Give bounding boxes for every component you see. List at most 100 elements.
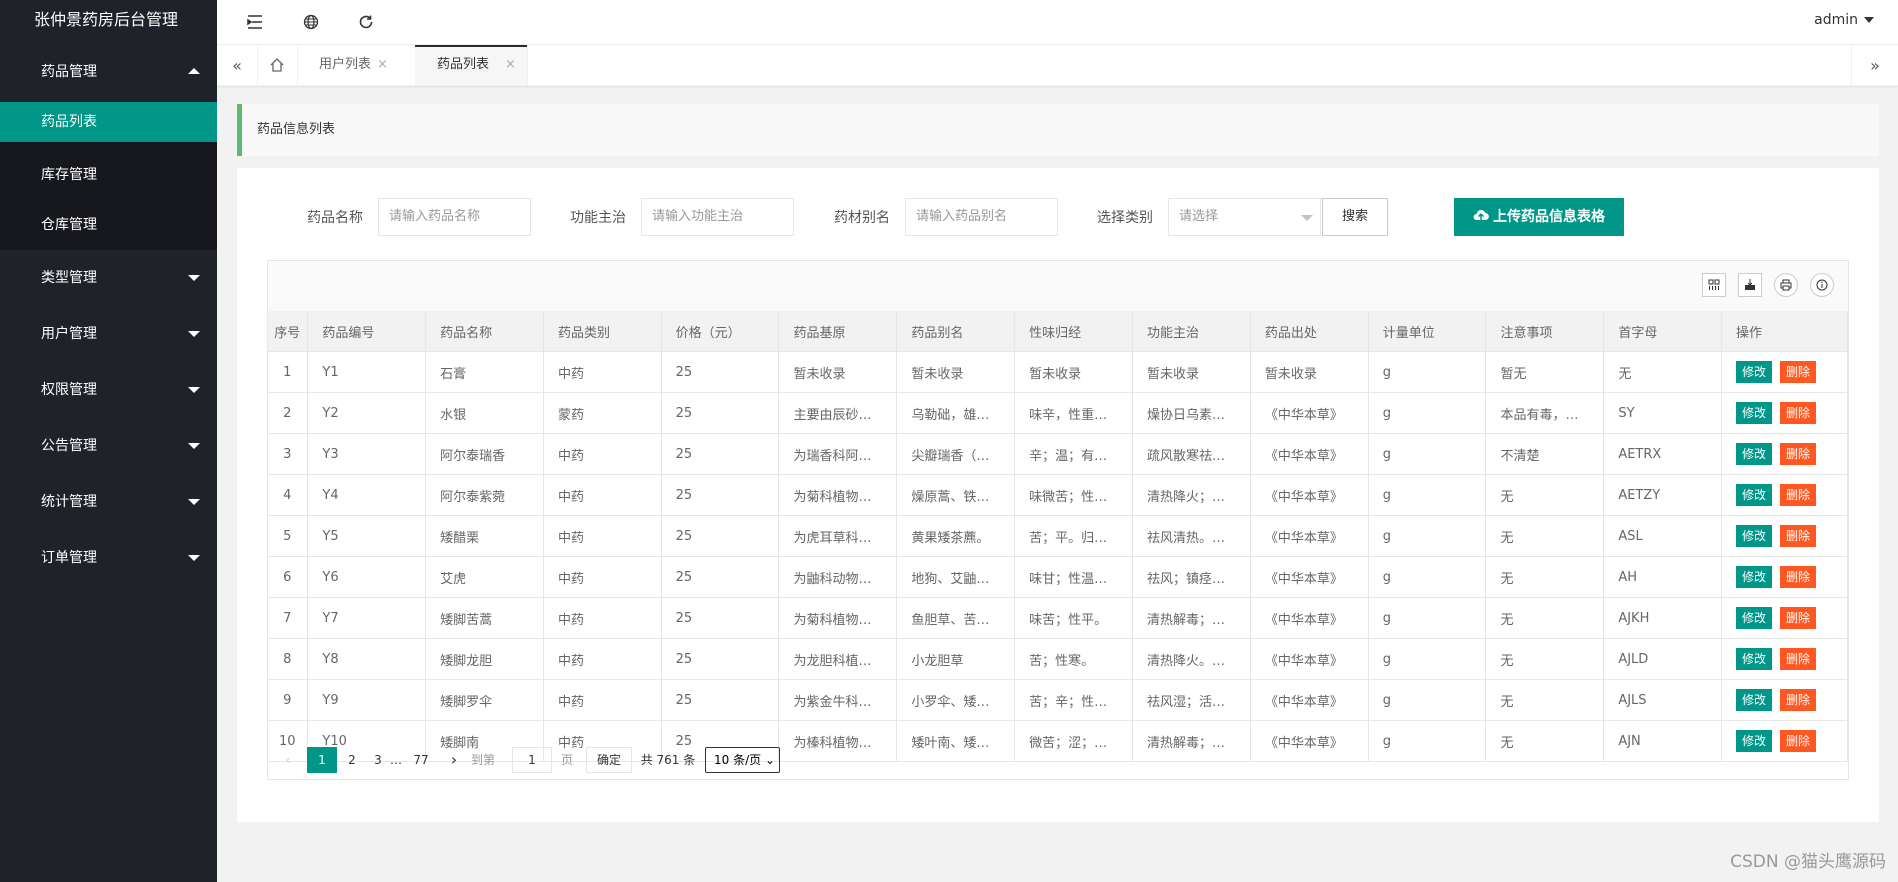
tabs-scroll-right-icon[interactable]: » — [1851, 45, 1898, 85]
chevron-down-icon — [1301, 215, 1313, 221]
table-cell: 地狗、艾鼬… — [896, 556, 1016, 598]
delete-button[interactable]: 删除 — [1780, 361, 1817, 383]
table-cell: 矮脚苦蒿 — [425, 597, 544, 639]
category-select[interactable]: 请选择 — [1168, 198, 1321, 236]
table-cell: 尖瓣瑞香（… — [896, 433, 1016, 475]
delete-button[interactable]: 删除 — [1780, 443, 1817, 465]
edit-button[interactable]: 修改 — [1736, 607, 1773, 629]
column-header[interactable]: 药品名称 — [425, 311, 544, 352]
tab-user-list[interactable]: 用户列表 × — [297, 45, 422, 85]
next-page-icon[interactable]: › — [444, 747, 464, 773]
page-size-select[interactable]: 10 条/页 ⌄ — [705, 747, 781, 773]
nav-head-type-management[interactable]: 类型管理 — [0, 250, 217, 306]
table-cell: 矮醋栗 — [425, 515, 544, 557]
table-cell: 无 — [1485, 556, 1605, 598]
refresh-icon[interactable] — [355, 11, 377, 33]
delete-button[interactable]: 删除 — [1780, 402, 1817, 424]
home-icon[interactable] — [257, 45, 298, 85]
tab-drug-list[interactable]: 药品列表 × — [415, 45, 528, 85]
user-menu[interactable]: admin — [1814, 12, 1874, 28]
edit-button[interactable]: 修改 — [1736, 689, 1773, 711]
column-header[interactable]: 药品类别 — [543, 311, 662, 352]
page-size-value: 10 条/页 — [714, 753, 762, 767]
nav-head-drug-management[interactable]: 药品管理 — [0, 44, 217, 100]
table-cell: 味甘；性温… — [1014, 556, 1134, 598]
goto-confirm-button[interactable]: 确定 — [586, 747, 633, 773]
delete-button[interactable]: 删除 — [1780, 648, 1817, 670]
column-header[interactable]: 计量单位 — [1368, 311, 1487, 352]
column-header[interactable]: 性味归经 — [1014, 311, 1134, 352]
delete-button[interactable]: 删除 — [1780, 484, 1817, 506]
globe-icon[interactable] — [300, 11, 322, 33]
drug-name-input[interactable]: 请输入药品名称 — [378, 198, 531, 236]
edit-button[interactable]: 修改 — [1736, 361, 1773, 383]
delete-button[interactable]: 删除 — [1780, 525, 1817, 547]
info-icon[interactable] — [1810, 273, 1834, 297]
nav-head-statistics-management[interactable]: 统计管理 — [0, 474, 217, 530]
edit-button[interactable]: 修改 — [1736, 402, 1773, 424]
edit-button[interactable]: 修改 — [1736, 443, 1773, 465]
column-header[interactable]: 药品编号 — [307, 311, 427, 352]
export-icon[interactable] — [1738, 273, 1762, 297]
nav-head-label: 权限管理 — [41, 382, 97, 398]
table-cell: 矮脚龙胆 — [425, 638, 544, 680]
tabs-scroll-left-icon[interactable]: « — [217, 45, 258, 85]
delete-button[interactable]: 删除 — [1780, 689, 1817, 711]
edit-button[interactable]: 修改 — [1736, 484, 1773, 506]
nav-head-permission-management[interactable]: 权限管理 — [0, 362, 217, 418]
nav-head-user-management[interactable]: 用户管理 — [0, 306, 217, 362]
page-1[interactable]: 1 — [307, 747, 337, 773]
table-cell: 不清楚 — [1485, 433, 1605, 475]
sidebar-item-warehouse[interactable]: 仓库管理 — [0, 200, 217, 250]
close-icon[interactable]: × — [377, 45, 388, 85]
upload-button[interactable]: 上传药品信息表格 — [1454, 198, 1624, 236]
table-cell: AETRX — [1603, 433, 1722, 475]
table-cell: 25 — [661, 351, 780, 393]
close-icon[interactable]: × — [505, 45, 516, 85]
drug-name-label: 药品名称 — [307, 210, 363, 226]
prev-page-icon[interactable]: ‹ — [278, 747, 298, 773]
column-header[interactable]: 价格（元） — [661, 311, 780, 352]
table-cell: 《中华本草》 — [1250, 515, 1369, 557]
table-row: 4 Y4 阿尔泰紫菀 中药 25 为菊科植物… 燥原蒿、铁… 味微苦；性… 清热降火；… 《中华本… — [268, 474, 1848, 516]
function-input[interactable]: 请输入功能主治 — [641, 198, 794, 236]
sidebar-item-inventory[interactable]: 库存管理 — [0, 150, 217, 200]
page-unit-label: 页 — [560, 753, 573, 767]
edit-button[interactable]: 修改 — [1736, 566, 1773, 588]
table-cell: 本品有毒，… — [1485, 392, 1605, 434]
table-cell: 无 — [1485, 515, 1605, 557]
table-cell: 味苦；性平。 — [1014, 597, 1134, 639]
column-header[interactable]: 药品出处 — [1250, 311, 1369, 352]
column-header[interactable]: 首字母 — [1603, 311, 1722, 352]
table-header-row: 序号 药品编号 药品名称 药品类别 价格（元） 药品基原 药品别名 性味归经 功… — [268, 311, 1848, 352]
delete-button[interactable]: 删除 — [1780, 607, 1817, 629]
menu-fold-icon[interactable] — [244, 11, 266, 33]
nav-head-order-management[interactable]: 订单管理 — [0, 530, 217, 586]
print-icon[interactable] — [1774, 273, 1798, 297]
table-cell: 《中华本草》 — [1250, 597, 1369, 639]
table-cell: 石膏 — [425, 351, 544, 393]
columns-filter-icon[interactable] — [1702, 273, 1726, 297]
actions-cell: 修改 删除 — [1721, 679, 1848, 721]
column-header[interactable]: 注意事项 — [1485, 311, 1605, 352]
alias-input[interactable]: 请输入药品别名 — [905, 198, 1058, 236]
column-header[interactable]: 序号 — [268, 311, 309, 352]
column-header[interactable]: 功能主治 — [1132, 311, 1251, 352]
table-cell: g — [1368, 351, 1487, 393]
tab-bar: « 用户列表 × 药品列表 × » — [217, 45, 1898, 86]
column-header[interactable]: 药品基原 — [778, 311, 898, 352]
delete-button[interactable]: 删除 — [1780, 566, 1817, 588]
edit-button[interactable]: 修改 — [1736, 525, 1773, 547]
table-cell: 中药 — [543, 351, 662, 393]
page-3[interactable]: 3 — [367, 747, 389, 773]
sidebar-item-drug-list[interactable]: 药品列表 — [0, 102, 217, 142]
goto-page-input[interactable]: 1 — [512, 747, 552, 773]
search-button[interactable]: 搜索 — [1322, 198, 1388, 236]
edit-button[interactable]: 修改 — [1736, 648, 1773, 670]
column-header[interactable]: 药品别名 — [896, 311, 1016, 352]
nav-head-notice-management[interactable]: 公告管理 — [0, 418, 217, 474]
nav-head-label: 订单管理 — [41, 550, 97, 566]
page-2[interactable]: 2 — [337, 747, 367, 773]
table-cell: 阿尔泰瑞香 — [425, 433, 544, 475]
page-77[interactable]: 77 — [406, 747, 436, 773]
